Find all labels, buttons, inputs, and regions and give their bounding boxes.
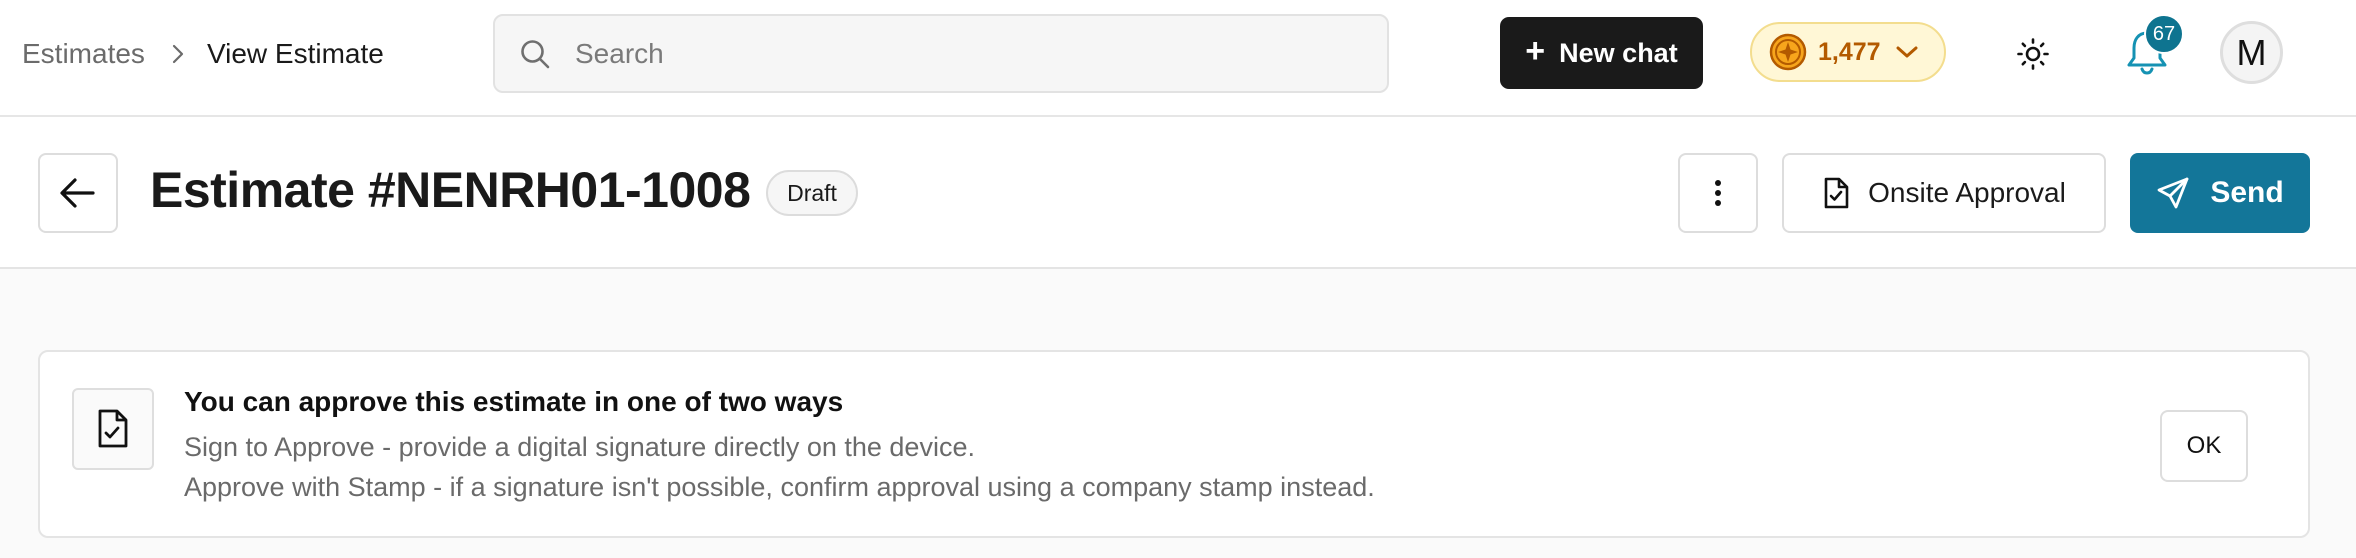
ok-button[interactable]: OK bbox=[2160, 410, 2248, 482]
arrow-left-icon bbox=[59, 177, 97, 209]
document-check-icon bbox=[1822, 177, 1850, 209]
search-icon bbox=[519, 38, 551, 70]
info-icon-box bbox=[72, 388, 154, 470]
credits-value: 1,477 bbox=[1818, 37, 1881, 66]
send-label: Send bbox=[2210, 176, 2284, 209]
onsite-approval-label: Onsite Approval bbox=[1868, 177, 2066, 208]
page-title: Estimate #NENRH01-1008 bbox=[150, 162, 751, 218]
send-icon bbox=[2156, 176, 2190, 210]
avatar[interactable]: M bbox=[2220, 21, 2283, 84]
plus-icon: + bbox=[1525, 32, 1546, 70]
new-chat-button[interactable]: + New chat bbox=[1500, 17, 1703, 89]
approval-info-card: You can approve this estimate in one of … bbox=[38, 350, 2310, 538]
notification-count-badge: 67 bbox=[2144, 14, 2184, 54]
more-vertical-icon bbox=[1714, 179, 1722, 207]
back-button[interactable] bbox=[38, 153, 118, 233]
info-line-sign: Sign to Approve - provide a digital sign… bbox=[184, 432, 975, 462]
theme-toggle-button[interactable] bbox=[2014, 35, 2052, 73]
top-bar: Estimates View Estimate + New chat 1,477 bbox=[0, 0, 2356, 117]
search-box[interactable] bbox=[493, 14, 1389, 93]
sun-icon bbox=[2016, 37, 2050, 71]
info-line-stamp: Approve with Stamp - if a signature isn'… bbox=[184, 472, 1375, 502]
status-badge: Draft bbox=[766, 170, 858, 216]
page-header: Estimate #NENRH01-1008 Draft Onsite Appr… bbox=[0, 117, 2356, 269]
search-input[interactable] bbox=[575, 37, 1335, 70]
chevron-down-icon bbox=[1895, 44, 1919, 60]
breadcrumb: Estimates View Estimate bbox=[22, 0, 384, 107]
breadcrumb-estimates-link[interactable]: Estimates bbox=[22, 38, 145, 70]
credits-dropdown[interactable]: 1,477 bbox=[1750, 22, 1946, 82]
info-title: You can approve this estimate in one of … bbox=[184, 386, 844, 417]
breadcrumb-current: View Estimate bbox=[206, 37, 384, 69]
onsite-approval-button[interactable]: Onsite Approval bbox=[1782, 153, 2106, 233]
more-options-button[interactable] bbox=[1678, 153, 1758, 233]
document-check-icon bbox=[96, 409, 130, 449]
new-chat-label: New chat bbox=[1559, 37, 1678, 68]
chevron-right-icon bbox=[171, 43, 185, 65]
coin-icon bbox=[1768, 32, 1808, 72]
send-button[interactable]: Send bbox=[2130, 153, 2310, 233]
